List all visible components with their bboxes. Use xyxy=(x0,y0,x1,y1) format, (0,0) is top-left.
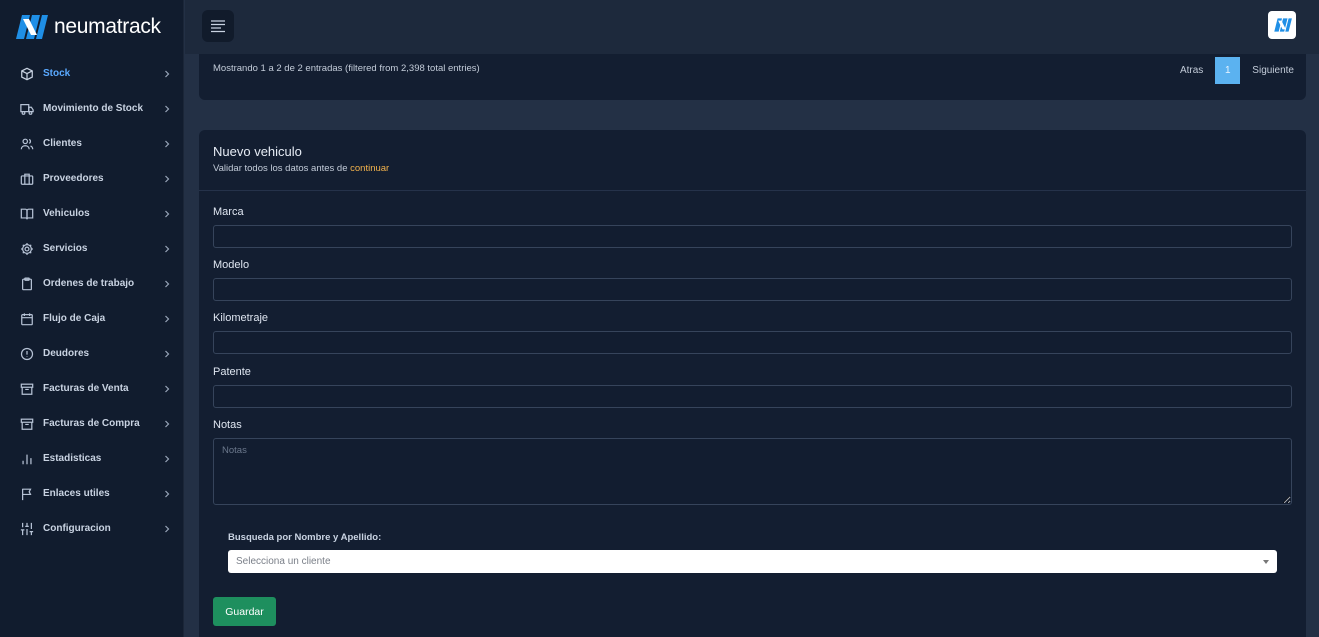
patente-input[interactable] xyxy=(213,385,1292,408)
book-icon xyxy=(20,207,34,221)
notas-textarea[interactable] xyxy=(213,438,1292,505)
chevron-right-icon xyxy=(162,210,172,218)
sidebar-item-label: Configuracion xyxy=(43,523,111,534)
table-info: Mostrando 1 a 2 de 2 entradas (filtered … xyxy=(213,63,480,74)
kilometraje-input[interactable] xyxy=(213,331,1292,354)
brand-logo[interactable]: neumatrack xyxy=(10,12,161,42)
chevron-right-icon xyxy=(162,105,172,113)
logo-icon xyxy=(1274,18,1292,32)
menu-lines-icon xyxy=(211,20,225,33)
sidebar-item-label: Movimiento de Stock xyxy=(43,103,144,114)
sidebar-item-facturas-de-compra[interactable]: Facturas de Compra xyxy=(0,406,184,441)
new-vehicle-form-card: Nuevo vehiculo Validar todos los datos a… xyxy=(199,130,1306,637)
client-select-value: Selecciona un cliente xyxy=(236,556,331,567)
client-select[interactable]: Selecciona un cliente xyxy=(228,550,1277,573)
sidebar-item-movimiento-de-stock[interactable]: Movimiento de Stock xyxy=(0,91,184,126)
pagination: Atras 1 Siguiente xyxy=(1168,57,1306,84)
sidebar-item-label: Clientes xyxy=(43,138,82,149)
chevron-right-icon xyxy=(162,70,172,78)
chevron-right-icon xyxy=(162,420,172,428)
sidebar: neumatrack Stock Movimiento de Stock Cli… xyxy=(0,0,184,637)
logo-icon xyxy=(16,15,48,39)
modelo-input[interactable] xyxy=(213,278,1292,301)
sidebar-item-ordenes-de-trabajo[interactable]: Ordenes de trabajo xyxy=(0,266,184,301)
pagination-prev-button[interactable]: Atras xyxy=(1168,57,1215,84)
sidebar-item-vehiculos[interactable]: Vehiculos xyxy=(0,196,184,231)
table-footer-card: Mostrando 1 a 2 de 2 entradas (filtered … xyxy=(199,54,1306,100)
sidebar-item-enlaces-utiles[interactable]: Enlaces utiles xyxy=(0,476,184,511)
chevron-right-icon xyxy=(162,315,172,323)
users-icon xyxy=(20,137,34,151)
form-subtitle-text: Validar todos los datos antes de xyxy=(213,163,348,174)
sidebar-item-servicios[interactable]: Servicios xyxy=(0,231,184,266)
sidebar-item-deudores[interactable]: Deudores xyxy=(0,336,184,371)
sidebar-item-label: Servicios xyxy=(43,243,88,254)
form-title: Nuevo vehiculo xyxy=(213,144,302,159)
client-search-label: Busqueda por Nombre y Apellido: xyxy=(228,532,382,543)
kilometraje-label: Kilometraje xyxy=(213,312,269,324)
sidebar-item-label: Estadisticas xyxy=(43,453,102,464)
briefcase-icon xyxy=(20,172,34,186)
modelo-label: Modelo xyxy=(213,259,250,271)
bar-chart-icon xyxy=(20,452,34,466)
chevron-right-icon xyxy=(162,140,172,148)
form-header: Nuevo vehiculo Validar todos los datos a… xyxy=(199,130,1306,191)
sidebar-item-label: Stock xyxy=(43,68,71,79)
chevron-right-icon xyxy=(162,350,172,358)
gear-icon xyxy=(20,242,34,256)
chevron-right-icon xyxy=(162,245,172,253)
sidebar-item-label: Facturas de Compra xyxy=(43,418,140,429)
alert-circle-icon xyxy=(20,347,34,361)
cube-icon xyxy=(20,67,34,81)
form-subtitle: Validar todos los datos antes de continu… xyxy=(213,163,389,174)
calendar-icon xyxy=(20,312,34,326)
sidebar-item-facturas-de-venta[interactable]: Facturas de Venta xyxy=(0,371,184,406)
save-button[interactable]: Guardar xyxy=(213,597,276,626)
sidebar-item-flujo-de-caja[interactable]: Flujo de Caja xyxy=(0,301,184,336)
marca-input[interactable] xyxy=(213,225,1292,248)
chevron-right-icon xyxy=(162,490,172,498)
sidebar-item-label: Deudores xyxy=(43,348,90,359)
chevron-right-icon xyxy=(162,280,172,288)
marca-label: Marca xyxy=(213,206,244,218)
chevron-right-icon xyxy=(162,385,172,393)
sidebar-item-label: Enlaces utiles xyxy=(43,488,110,499)
truck-icon xyxy=(20,102,34,116)
sidebar-item-estadisticas[interactable]: Estadisticas xyxy=(0,441,184,476)
sidebar-item-stock[interactable]: Stock xyxy=(0,56,184,91)
continue-link[interactable]: continuar xyxy=(350,163,389,174)
sidebar-item-label: Proveedores xyxy=(43,173,104,184)
chevron-right-icon xyxy=(162,525,172,533)
chevron-right-icon xyxy=(162,455,172,463)
patente-label: Patente xyxy=(213,366,251,378)
flag-icon xyxy=(20,487,34,501)
sidebar-item-label: Flujo de Caja xyxy=(43,313,106,324)
menu-toggle-button[interactable] xyxy=(202,10,234,42)
pagination-next-button[interactable]: Siguiente xyxy=(1240,57,1306,84)
sidebar-item-label: Ordenes de trabajo xyxy=(43,278,135,289)
sidebar-item-configuracion[interactable]: Configuracion xyxy=(0,511,184,546)
sidebar-item-proveedores[interactable]: Proveedores xyxy=(0,161,184,196)
chevron-right-icon xyxy=(162,175,172,183)
brand-name: neumatrack xyxy=(54,15,161,38)
user-avatar[interactable] xyxy=(1268,11,1296,39)
sidebar-item-label: Facturas de Venta xyxy=(43,383,129,394)
topbar xyxy=(185,0,1319,54)
clipboard-icon xyxy=(20,276,34,291)
notas-label: Notas xyxy=(213,419,242,431)
caret-down-icon xyxy=(1263,559,1269,564)
pagination-page-button[interactable]: 1 xyxy=(1215,57,1241,84)
archive-icon xyxy=(20,417,34,431)
sidebar-nav: Stock Movimiento de Stock Clientes Prove… xyxy=(0,56,184,546)
sidebar-item-clientes[interactable]: Clientes xyxy=(0,126,184,161)
sliders-icon xyxy=(20,522,34,536)
archive-icon xyxy=(20,382,34,396)
sidebar-item-label: Vehiculos xyxy=(43,208,90,219)
